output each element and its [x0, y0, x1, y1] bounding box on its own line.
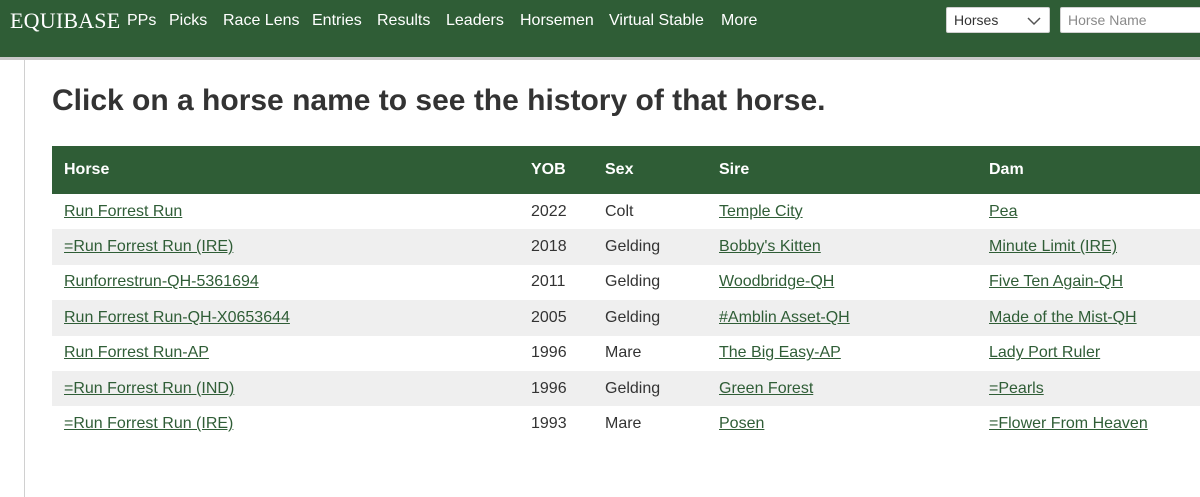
- sire-link[interactable]: Temple City: [719, 203, 803, 220]
- nav-race-lens[interactable]: Race Lens: [223, 12, 300, 30]
- yob-cell: 2018: [531, 238, 567, 256]
- nav-leaders[interactable]: Leaders: [446, 12, 504, 30]
- sex-cell: Mare: [605, 344, 642, 362]
- sex-cell: Gelding: [605, 379, 661, 397]
- sex-cell: Gelding: [605, 308, 661, 326]
- search-type-select[interactable]: Horses: [946, 7, 1050, 33]
- sex-cell: Mare: [605, 415, 642, 433]
- dam-link[interactable]: Lady Port Ruler: [989, 344, 1100, 361]
- nav-pps[interactable]: PPs: [127, 12, 156, 30]
- yob-cell: 1996: [531, 344, 567, 362]
- table-row: =Run Forrest Run (IND) 1996 Gelding Gree…: [52, 370, 1200, 407]
- horse-link[interactable]: Runforrestrun-QH-5361694: [64, 273, 259, 290]
- horse-results-table: Horse YOB Sex Sire Dam Run Forrest Run 2…: [52, 146, 1200, 442]
- sex-cell: Gelding: [605, 238, 661, 256]
- sire-link[interactable]: Woodbridge-QH: [719, 273, 834, 290]
- table-row: Run Forrest Run 2022 Colt Temple City Pe…: [52, 194, 1200, 229]
- horse-link[interactable]: Run Forrest Run-QH-X0653644: [64, 309, 290, 326]
- dam-link[interactable]: Made of the Mist-QH: [989, 309, 1137, 326]
- nav-results[interactable]: Results: [377, 12, 430, 30]
- horse-name-search-input[interactable]: [1060, 7, 1200, 33]
- col-header-sire: Sire: [719, 161, 750, 178]
- sire-link[interactable]: #Amblin Asset-QH: [719, 309, 850, 326]
- yob-cell: 2005: [531, 308, 567, 326]
- left-divider: [24, 60, 25, 497]
- dam-link[interactable]: =Flower From Heaven: [989, 415, 1148, 432]
- sex-cell: Gelding: [605, 273, 661, 291]
- chevron-down-icon: [1027, 17, 1041, 26]
- table-row: Run Forrest Run-AP 1996 Mare The Big Eas…: [52, 336, 1200, 371]
- dam-link[interactable]: Pea: [989, 203, 1017, 220]
- sire-link[interactable]: Bobby's Kitten: [719, 238, 821, 255]
- nav-entries[interactable]: Entries: [312, 12, 362, 30]
- nav-picks[interactable]: Picks: [169, 12, 207, 30]
- horse-link[interactable]: Run Forrest Run: [64, 203, 182, 220]
- table-header-row: Horse YOB Sex Sire Dam: [52, 146, 1200, 194]
- nav-horsemen[interactable]: Horsemen: [520, 12, 594, 30]
- nav-virtual-stable[interactable]: Virtual Stable: [609, 12, 704, 30]
- top-nav-bar: EQUIBASE PPs Picks Race Lens Entries Res…: [0, 0, 1200, 60]
- table-row: Run Forrest Run-QH-X0653644 2005 Gelding…: [52, 300, 1200, 336]
- dam-link[interactable]: =Pearls: [989, 380, 1044, 397]
- page-heading: Click on a horse name to see the history…: [52, 84, 826, 117]
- sex-cell: Colt: [605, 202, 634, 220]
- equibase-logo[interactable]: EQUIBASE: [10, 8, 120, 34]
- col-header-horse: Horse: [64, 161, 110, 178]
- dam-link[interactable]: Minute Limit (IRE): [989, 238, 1117, 255]
- yob-cell: 2011: [531, 273, 566, 291]
- horse-link[interactable]: =Run Forrest Run (IRE): [64, 238, 233, 255]
- search-type-value: Horses: [954, 12, 999, 28]
- table-row: =Run Forrest Run (IRE) 2018 Gelding Bobb…: [52, 229, 1200, 265]
- table-row: =Run Forrest Run (IRE) 1993 Mare Posen =…: [52, 406, 1200, 441]
- col-header-yob: YOB: [531, 161, 566, 178]
- nav-more[interactable]: More: [721, 12, 757, 30]
- col-header-sex: Sex: [605, 161, 634, 178]
- dam-link[interactable]: Five Ten Again-QH: [989, 273, 1123, 290]
- horse-link[interactable]: =Run Forrest Run (IND): [64, 380, 234, 397]
- col-header-dam: Dam: [989, 161, 1024, 178]
- horse-link[interactable]: =Run Forrest Run (IRE): [64, 415, 233, 432]
- yob-cell: 2022: [531, 202, 567, 220]
- sire-link[interactable]: The Big Easy-AP: [719, 344, 841, 361]
- yob-cell: 1993: [531, 415, 567, 433]
- yob-cell: 1996: [531, 379, 567, 397]
- sire-link[interactable]: Posen: [719, 415, 764, 432]
- sire-link[interactable]: Green Forest: [719, 380, 813, 397]
- horse-link[interactable]: Run Forrest Run-AP: [64, 344, 209, 361]
- table-row: Runforrestrun-QH-5361694 2011 Gelding Wo…: [52, 265, 1200, 300]
